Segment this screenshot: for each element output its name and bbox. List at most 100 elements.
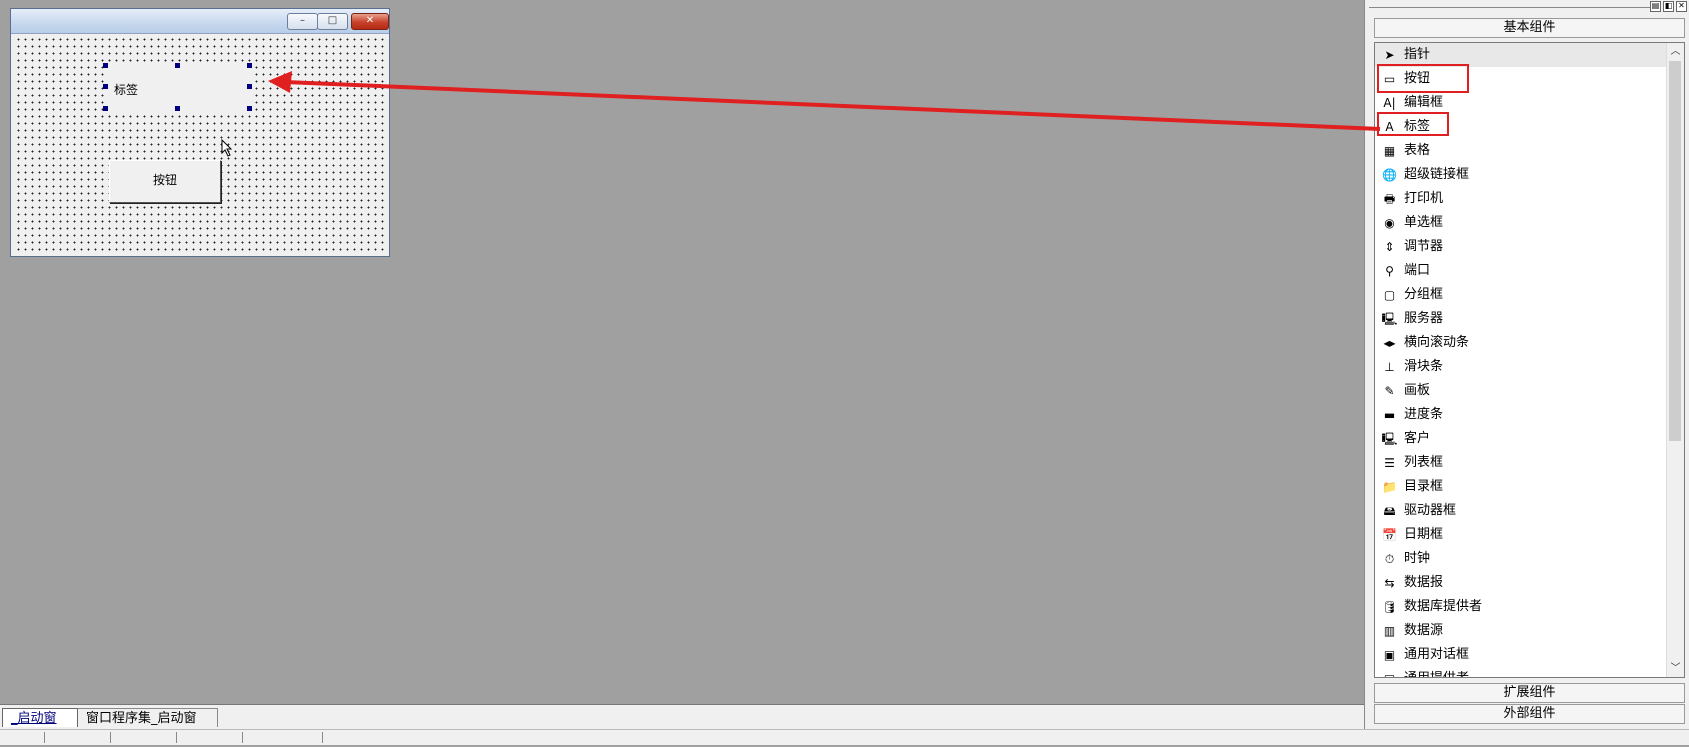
- resize-handle[interactable]: [247, 106, 252, 111]
- tool-item-label: 通用对话框: [1404, 647, 1470, 662]
- tool-item-label: 横向滚动条: [1404, 335, 1470, 350]
- hscroll-icon: ◂▸: [1383, 336, 1396, 350]
- toolbox-dock-icon[interactable]: ▤: [1650, 1, 1661, 12]
- radio-icon: ◉: [1384, 216, 1395, 230]
- minimize-button[interactable]: –: [287, 13, 318, 30]
- tool-item[interactable]: ⊥ 滑块条: [1375, 355, 1667, 379]
- resize-handle[interactable]: [103, 106, 108, 111]
- resize-handle[interactable]: [175, 63, 180, 68]
- tool-item-label: 调节器: [1404, 239, 1444, 254]
- tool-item-label: 数据库提供者: [1404, 599, 1483, 614]
- tab-window-assembly[interactable]: 窗口程序集_启动窗口: [78, 708, 218, 745]
- tool-item[interactable]: 🖶 打印机: [1375, 187, 1667, 211]
- tool-item-label: 数据报: [1404, 575, 1444, 590]
- tool-item[interactable]: ▬ 进度条: [1375, 403, 1667, 427]
- tool-item-label: 列表框: [1404, 455, 1444, 470]
- highlight-box-label: [1377, 112, 1449, 136]
- tool-item-label: 日期框: [1404, 527, 1444, 542]
- tool-item[interactable]: ⚲ 端口: [1375, 259, 1667, 283]
- date-icon: 📅: [1382, 528, 1397, 542]
- tool-item[interactable]: ▣ 通用对话框: [1375, 643, 1667, 667]
- status-separator: [322, 732, 323, 743]
- tool-item[interactable]: 📁 目录框: [1375, 475, 1667, 499]
- db-provider-icon: 🛢: [1381, 600, 1398, 614]
- resize-handle[interactable]: [247, 84, 252, 89]
- tool-item-label: 目录框: [1404, 479, 1444, 494]
- resize-handle[interactable]: [103, 84, 108, 89]
- common-dialog-icon: ▣: [1383, 648, 1396, 662]
- canvas-icon: ✎: [1384, 384, 1395, 398]
- tool-item[interactable]: ▤ 通用提供者: [1375, 667, 1667, 677]
- form-design-grid[interactable]: 标签 按钮: [13, 34, 387, 253]
- toolbox-float-icon[interactable]: ◧: [1663, 1, 1674, 12]
- tool-item[interactable]: ◉ 单选框: [1375, 211, 1667, 235]
- tool-item[interactable]: ⏱ 时钟: [1375, 547, 1667, 571]
- tool-item[interactable]: 🖳 客户: [1375, 427, 1667, 451]
- server-icon: 🖳: [1381, 312, 1398, 326]
- tool-item-label: 驱动器框: [1404, 503, 1457, 518]
- progress-icon: ▬: [1383, 408, 1396, 422]
- toolbox-grip: [1369, 7, 1657, 8]
- close-button[interactable]: ✕: [351, 13, 389, 30]
- tool-item[interactable]: ✎ 画板: [1375, 379, 1667, 403]
- scroll-up-icon[interactable]: ︿: [1667, 43, 1684, 60]
- tool-item[interactable]: 📅 日期框: [1375, 523, 1667, 547]
- common-provider-icon: ▤: [1380, 670, 1399, 677]
- resize-handle[interactable]: [103, 63, 108, 68]
- scroll-down-icon[interactable]: ﹀: [1667, 660, 1684, 677]
- datagram-icon: ⇆: [1384, 576, 1395, 590]
- toolbox-close-icon[interactable]: ✕: [1676, 1, 1687, 12]
- toolbox-window-controls: ▤ ◧ ✕: [1650, 1, 1687, 12]
- tool-item-label: 进度条: [1404, 407, 1444, 422]
- clock-icon: ⏱: [1384, 552, 1395, 566]
- client-icon: 🖳: [1381, 432, 1398, 446]
- form-titlebar[interactable]: – □ ✕: [11, 9, 389, 34]
- extended-components-header[interactable]: 扩展组件: [1374, 683, 1685, 703]
- tool-item-label: 滑块条: [1404, 359, 1444, 374]
- editor-tab-bar: _启动窗口 窗口程序集_启动窗口: [0, 704, 1364, 745]
- drive-icon: 🖴: [1383, 504, 1396, 518]
- tool-item[interactable]: ▦ 表格: [1375, 139, 1667, 163]
- slider-icon: ⊥: [1384, 360, 1395, 374]
- tool-item-label: 表格: [1404, 143, 1431, 158]
- tool-item[interactable]: ▥ 数据源: [1375, 619, 1667, 643]
- tool-item[interactable]: 🖳 服务器: [1375, 307, 1667, 331]
- tool-item[interactable]: ⇆ 数据报: [1375, 571, 1667, 595]
- resize-handle[interactable]: [247, 63, 252, 68]
- status-separator: [110, 732, 111, 743]
- tool-item[interactable]: ▢ 分组框: [1375, 283, 1667, 307]
- label-control[interactable]: 标签: [106, 65, 251, 111]
- button-control[interactable]: 按钮: [109, 160, 221, 203]
- tool-item-label: 端口: [1404, 263, 1431, 278]
- datasource-icon: ▥: [1383, 624, 1396, 638]
- tool-item-label: 数据源: [1404, 623, 1444, 638]
- maximize-button[interactable]: □: [317, 13, 348, 30]
- tool-item[interactable]: 🌐 超级链接框: [1375, 163, 1667, 187]
- tab-startup-window[interactable]: _启动窗口: [2, 708, 78, 745]
- tool-list-scrollbar[interactable]: ︿ ﹀: [1666, 43, 1684, 677]
- tool-item-label: 分组框: [1404, 287, 1444, 302]
- basic-components-header[interactable]: 基本组件: [1374, 18, 1685, 38]
- tool-item[interactable]: ☰ 列表框: [1375, 451, 1667, 475]
- status-separator: [44, 732, 45, 743]
- tool-item[interactable]: ⇕ 调节器: [1375, 235, 1667, 259]
- status-separator: [176, 732, 177, 743]
- external-components-header[interactable]: 外部组件: [1374, 704, 1685, 724]
- tool-list: ➤ 指针 ▭ 按钮 A| 编辑框 A 标签 ▦ 表格 🌐 超级链接框 🖶 打印机 ◉ 单选框 ⇕ 调节器 ⚲ 端口 ▢ 分…: [1374, 42, 1685, 678]
- tool-item[interactable]: ◂▸ 横向滚动条: [1375, 331, 1667, 355]
- scroll-thumb[interactable]: [1669, 61, 1681, 441]
- tool-item-label: 客户: [1404, 431, 1431, 446]
- tool-items-container: ➤ 指针 ▭ 按钮 A| 编辑框 A 标签 ▦ 表格 🌐 超级链接框 🖶 打印机 ◉ 单选框 ⇕ 调节器 ⚲ 端口 ▢ 分…: [1375, 43, 1667, 677]
- design-form-window[interactable]: – □ ✕ 标签 按钮: [10, 8, 390, 257]
- resize-handle[interactable]: [175, 106, 180, 111]
- tool-item[interactable]: 🛢 数据库提供者: [1375, 595, 1667, 619]
- spinner-icon: ⇕: [1384, 240, 1395, 254]
- table-icon: ▦: [1383, 144, 1396, 158]
- listbox-icon: ☰: [1384, 456, 1395, 470]
- hyperlink-icon: 🌐: [1382, 168, 1397, 182]
- tool-item[interactable]: 🖴 驱动器框: [1375, 499, 1667, 523]
- status-separator: [242, 732, 243, 743]
- tool-item-label: 通用提供者: [1404, 667, 1469, 677]
- tool-item-label: 服务器: [1404, 311, 1444, 326]
- tool-item-label: 打印机: [1404, 191, 1444, 206]
